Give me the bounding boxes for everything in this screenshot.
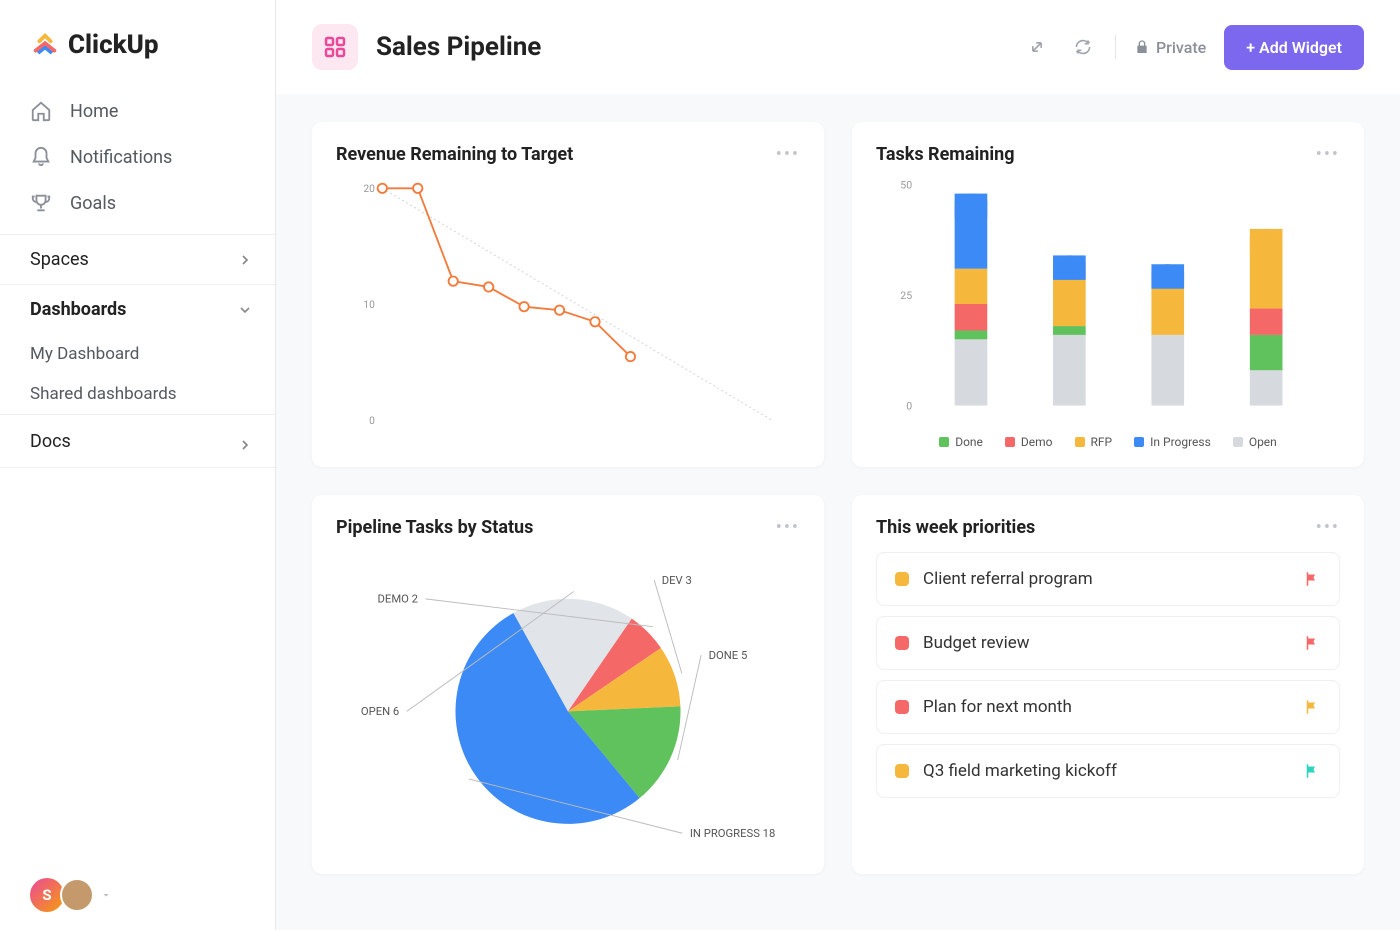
priority-row[interactable]: Budget review [876,616,1340,670]
status-square [895,700,909,714]
nav-home[interactable]: Home [0,88,275,134]
card-tasks-remaining: Tasks Remaining ••• 0 25 50 Done Demo RFP … [852,122,1364,467]
status-square [895,636,909,650]
svg-text:OPEN 6: OPEN 6 [361,705,399,718]
card-menu[interactable]: ••• [776,144,800,165]
priority-row[interactable]: Client referral program [876,552,1340,606]
sub-my-dashboard[interactable]: My Dashboard [0,334,275,374]
svg-text:0: 0 [369,416,375,427]
chevron-right-icon [237,437,253,453]
user-avatars[interactable]: S [0,860,275,930]
section-docs-label: Docs [30,431,71,452]
main: Sales Pipeline Private + Add Widget Reve… [276,0,1400,930]
svg-text:10: 10 [363,300,375,311]
card-menu[interactable]: ••• [1316,144,1340,165]
card-pipeline: Pipeline Tasks by Status ••• IN PROGRESS… [312,495,824,874]
card-revenue: Revenue Remaining to Target ••• 0 10 20 [312,122,824,467]
nav-notifications-label: Notifications [70,147,172,168]
status-square [895,764,909,778]
refresh-button[interactable] [1069,33,1097,61]
page-title: Sales Pipeline [376,32,541,62]
svg-text:DONE 5: DONE 5 [709,649,748,662]
tasks-legend: Done Demo RFP In Progress Open [876,435,1340,449]
sub-shared-dashboards[interactable]: Shared dashboards [0,374,275,414]
card-menu[interactable]: ••• [776,517,800,538]
home-icon [30,100,52,122]
chevron-down-icon [237,302,253,318]
status-square [895,572,909,586]
flag-icon [1303,634,1321,652]
section-spaces[interactable]: Spaces [0,234,275,284]
brand-logo[interactable]: ClickUp [0,0,275,80]
brand-name: ClickUp [68,30,159,60]
flag-icon [1303,570,1321,588]
priority-label: Plan for next month [923,697,1289,717]
nav-notifications[interactable]: Notifications [0,134,275,180]
expand-button[interactable] [1023,33,1051,61]
section-dashboards-label: Dashboards [30,299,126,320]
svg-text:25: 25 [900,289,912,302]
card-tasks-title: Tasks Remaining [876,144,1015,165]
priority-row[interactable]: Plan for next month [876,680,1340,734]
revenue-chart: 0 10 20 [336,179,800,439]
section-dashboards[interactable]: Dashboards [0,284,275,334]
svg-text:DEV 3: DEV 3 [662,574,692,587]
svg-text:20: 20 [363,184,375,195]
nav-goals-label: Goals [70,193,116,214]
priority-label: Q3 field marketing kickoff [923,761,1289,781]
chevron-right-icon [237,252,253,268]
topbar: Sales Pipeline Private + Add Widget [276,0,1400,94]
card-priorities: This week priorities ••• Client referral… [852,495,1364,874]
flag-icon [1303,698,1321,716]
avatar-s: S [30,878,64,912]
priority-row[interactable]: Q3 field marketing kickoff [876,744,1340,798]
card-revenue-title: Revenue Remaining to Target [336,144,573,165]
tasks-chart: 0 25 50 [876,179,1340,419]
caret-down-icon [100,889,112,901]
clickup-logo-icon [30,30,60,60]
privacy-toggle[interactable]: Private [1134,38,1206,57]
trophy-icon [30,192,52,214]
svg-text:DEMO 2: DEMO 2 [378,593,418,606]
svg-text:50: 50 [900,179,912,192]
svg-text:IN PROGRESS 18: IN PROGRESS 18 [690,827,775,840]
card-pipeline-title: Pipeline Tasks by Status [336,517,533,538]
priority-label: Client referral program [923,569,1289,589]
section-docs[interactable]: Docs [0,414,275,468]
lock-icon [1134,39,1150,55]
add-widget-button[interactable]: + Add Widget [1224,25,1364,70]
nav-goals[interactable]: Goals [0,180,275,226]
flag-icon [1303,762,1321,780]
sidebar: ClickUp Home Notifications Goals Spaces … [0,0,276,930]
pie-chart: IN PROGRESS 18 OPEN 6 DEMO 2 DEV 3 DONE 5 [336,552,800,852]
bell-icon [30,146,52,168]
avatar-photo [60,878,94,912]
priority-label: Budget review [923,633,1289,653]
nav-home-label: Home [70,101,118,122]
card-priorities-title: This week priorities [876,517,1035,538]
dashboard-icon[interactable] [312,24,358,70]
card-menu[interactable]: ••• [1316,517,1340,538]
svg-text:0: 0 [906,399,912,412]
section-spaces-label: Spaces [30,249,89,270]
